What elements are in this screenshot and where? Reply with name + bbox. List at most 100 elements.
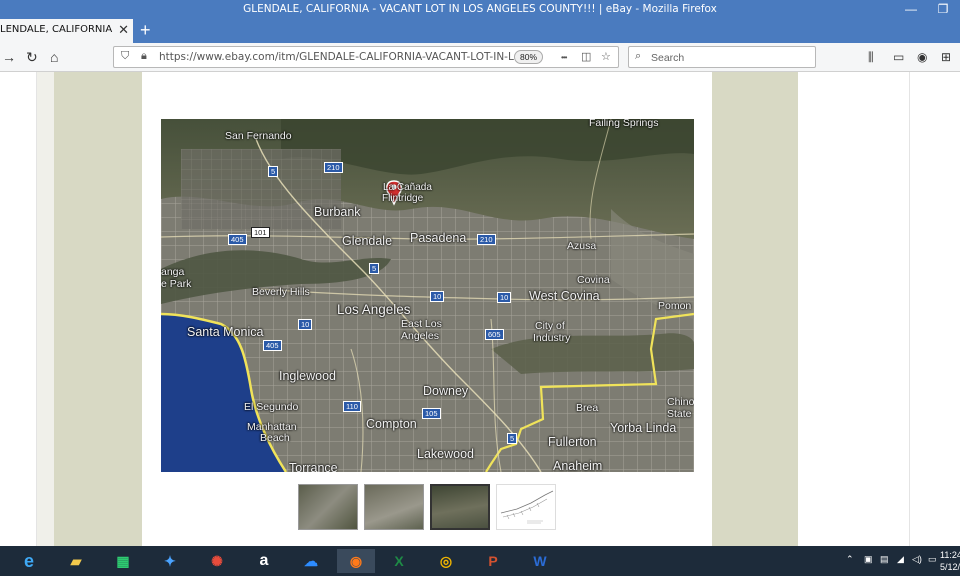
page-gutter-left xyxy=(36,72,54,546)
file-explorer-icon[interactable]: ▰ xyxy=(61,549,91,573)
shield-icon[interactable]: ⛉ xyxy=(121,50,129,63)
map-label: Brea xyxy=(576,402,599,414)
map-label: La Cañada xyxy=(383,182,432,193)
home-icon[interactable]: ⌂ xyxy=(50,49,58,65)
pocket-icon[interactable]: ◫ xyxy=(581,50,591,63)
internet-explorer-icon[interactable]: e xyxy=(14,549,44,573)
interstate-shield: 605 xyxy=(485,329,504,340)
address-bar[interactable]: ⛉ 🔒︎ https://www.ebay.com/itm/GLENDALE-C… xyxy=(113,46,619,68)
tray-wifi-icon[interactable]: ◢ xyxy=(897,554,904,565)
interstate-shield: 210 xyxy=(477,234,496,245)
bookmark-star-icon[interactable]: ☆ xyxy=(601,50,611,63)
tray-volume-icon[interactable]: ◁) xyxy=(912,554,922,565)
firefox-icon[interactable]: ◉ xyxy=(337,549,375,573)
tray-app-icon[interactable]: ▣ xyxy=(864,554,873,565)
interstate-shield: 5 xyxy=(507,433,518,444)
thumbnail-2[interactable] xyxy=(364,484,424,530)
forward-arrow-icon[interactable]: → xyxy=(2,49,16,65)
windows-taskbar: e ▰ ▦ ✦ ✺ a ☁ ◉ X ◎ P W ⌃ ▣ ▤ ◢ ◁) ▭ 11:… xyxy=(0,546,960,576)
map-label: Azusa xyxy=(567,240,597,252)
restore-button[interactable]: ❐ xyxy=(928,0,958,19)
map-label: Lakewood xyxy=(417,447,474,461)
reload-icon[interactable]: ↻ xyxy=(26,49,38,66)
new-tab-button[interactable]: + xyxy=(140,20,151,41)
interstate-shield: 10 xyxy=(298,319,313,330)
map-label: anga xyxy=(161,266,185,278)
parcel-plat-drawing xyxy=(500,490,554,524)
tray-keyboard-icon[interactable]: ▭ xyxy=(928,554,937,565)
search-icon: ⌕ xyxy=(635,50,642,62)
zoom-level-badge[interactable]: 80% xyxy=(514,50,544,64)
satellite-map xyxy=(161,119,694,472)
map-label: Torrance xyxy=(289,461,338,472)
map-label: Yorba Linda xyxy=(610,421,677,435)
chrome-icon[interactable]: ◎ xyxy=(431,549,461,573)
map-label: Compton xyxy=(366,417,417,431)
map-label: Inglewood xyxy=(279,369,336,383)
minimize-button[interactable]: — xyxy=(896,0,926,19)
page-actions-icon[interactable]: ••• xyxy=(561,53,567,62)
excel-icon[interactable]: X xyxy=(384,549,414,573)
lock-icon[interactable]: 🔒︎ xyxy=(141,50,147,63)
system-clock[interactable]: 11:24 5/12/ xyxy=(940,549,960,573)
search-box[interactable]: ⌕ Search xyxy=(628,46,816,68)
tab-ebay-listing[interactable]: LENDALE, CALIFORNIA - VAC ✕ xyxy=(0,19,133,43)
map-label: Fullerton xyxy=(548,435,597,449)
clock-time: 11:24 xyxy=(940,550,960,560)
onedrive-icon[interactable]: ☁ xyxy=(296,549,326,573)
map-label: El Segundo xyxy=(244,401,299,413)
word-icon[interactable]: W xyxy=(525,549,555,573)
page-content: San Fernando Failing Springs La Cañada F… xyxy=(0,72,960,546)
paint-icon[interactable]: ✺ xyxy=(202,549,232,573)
amazon-icon[interactable]: a xyxy=(249,549,279,573)
interstate-shield: 5 xyxy=(369,263,380,274)
interstate-shield: 10 xyxy=(497,292,512,303)
map-label: San Fernando xyxy=(225,130,292,142)
listing-map-image[interactable]: San Fernando Failing Springs La Cañada F… xyxy=(161,119,694,472)
listing-side-panel-left xyxy=(54,72,142,546)
map-label: Pasadena xyxy=(410,231,467,245)
thumbnail-4-parcel-plat[interactable] xyxy=(496,484,556,530)
interstate-shield: 110 xyxy=(343,401,361,412)
url-text[interactable]: https://www.ebay.com/itm/GLENDALE-CALIFO… xyxy=(159,51,514,63)
sidebar-icon[interactable]: ▭ xyxy=(893,50,904,64)
store-icon[interactable]: ▦ xyxy=(108,549,138,573)
map-label: Covina xyxy=(577,274,610,286)
map-label: Burbank xyxy=(314,205,361,219)
map-label: Pomon xyxy=(658,300,692,312)
tray-chevron-icon[interactable]: ⌃ xyxy=(846,554,854,565)
map-label: Angeles xyxy=(401,330,439,342)
map-label: Industry xyxy=(533,332,571,344)
window-titlebar: GLENDALE, CALIFORNIA - VACANT LOT IN LOS… xyxy=(0,0,960,19)
interstate-shield: 210 xyxy=(324,162,343,173)
tray-network-icon[interactable]: ▤ xyxy=(880,554,889,565)
map-label: City of xyxy=(535,320,565,332)
interstate-shield: 105 xyxy=(422,408,441,419)
library-icon[interactable]: ⫼ xyxy=(868,50,874,65)
window-title: GLENDALE, CALIFORNIA - VACANT LOT IN LOS… xyxy=(243,3,717,15)
map-label: Los Angeles xyxy=(337,302,411,317)
map-label: Anaheim xyxy=(553,459,603,472)
interstate-shield: 405 xyxy=(263,340,282,351)
close-tab-icon[interactable]: ✕ xyxy=(118,22,129,38)
map-label: Glendale xyxy=(342,234,393,248)
powerpoint-icon[interactable]: P xyxy=(478,549,508,573)
page-gutter-right xyxy=(798,72,910,546)
thumbnail-3-selected[interactable] xyxy=(430,484,490,530)
search-input[interactable]: Search xyxy=(651,52,684,64)
map-label: Beach xyxy=(260,432,290,444)
account-icon[interactable]: ◉ xyxy=(917,50,927,64)
map-label: State xyxy=(667,408,692,420)
listing-side-panel-right xyxy=(712,72,798,546)
map-label: Failing Springs xyxy=(589,119,659,129)
dropbox-icon[interactable]: ✦ xyxy=(155,549,185,573)
map-label: Chino xyxy=(667,396,694,408)
extensions-icon[interactable]: ⊞ xyxy=(941,50,951,64)
image-thumbnail-strip xyxy=(297,484,559,530)
navigation-toolbar: → ↻ ⌂ ⛉ 🔒︎ https://www.ebay.com/itm/GLEN… xyxy=(0,43,960,72)
map-label: Flintridge xyxy=(382,193,424,204)
tab-label: LENDALE, CALIFORNIA - VAC xyxy=(0,24,114,35)
thumbnail-1[interactable] xyxy=(298,484,358,530)
map-label: West Covina xyxy=(529,289,600,303)
us-route-shield: 101 xyxy=(251,227,270,238)
